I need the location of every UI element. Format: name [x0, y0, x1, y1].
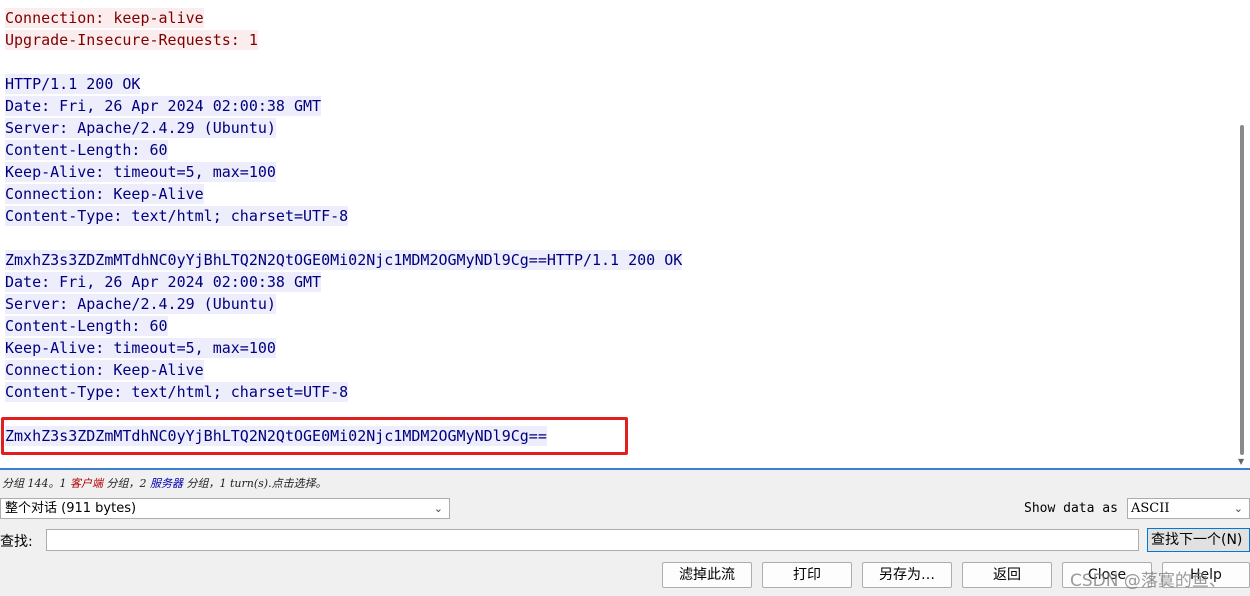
save-as-button[interactable]: 另存为… — [862, 562, 952, 588]
stream-line-text: HTTP/1.1 200 OK — [5, 74, 141, 94]
stream-line-text: Server: Apache/2.4.29 (Ubuntu) — [5, 294, 276, 314]
pane-divider — [0, 468, 1250, 470]
back-button[interactable]: 返回 — [962, 562, 1052, 588]
stream-line-text: Connection: keep-alive — [5, 8, 204, 28]
chevron-down-icon: ⌄ — [1233, 502, 1243, 515]
stream-line-text: Keep-Alive: timeout=5, max=100 — [5, 162, 276, 182]
stream-line-text: Date: Fri, 26 Apr 2024 02:00:38 GMT — [5, 272, 322, 292]
stream-line-server: Content-Length: 60 — [5, 315, 1235, 337]
stream-line-server: Content-Type: text/html; charset=UTF-8 — [5, 381, 1235, 403]
stream-line-server: Server: Apache/2.4.29 (Ubuntu) — [5, 117, 1235, 139]
stream-line-server: Date: Fri, 26 Apr 2024 02:00:38 GMT — [5, 271, 1235, 293]
find-next-button[interactable]: 查找下一个(N) — [1147, 528, 1250, 552]
stream-line-text: Content-Type: text/html; charset=UTF-8 — [5, 206, 349, 226]
vertical-scrollbar[interactable]: ▼ — [1234, 0, 1250, 470]
show-data-as-select[interactable]: ASCII ⌄ — [1127, 498, 1250, 519]
stream-line-text: Content-Length: 60 — [5, 140, 168, 160]
stream-line-client: Connection: keep-alive — [5, 7, 1235, 29]
flag-highlight-box — [1, 417, 628, 455]
help-button[interactable]: Help — [1162, 562, 1250, 588]
stream-status-line: 分组 144。1 客户端 分组，2 服务器 分组，1 turn(s).点击选择。 — [2, 475, 327, 491]
stream-line-text: Server: Apache/2.4.29 (Ubuntu) — [5, 118, 276, 138]
stream-line-text: Connection: Keep-Alive — [5, 360, 204, 380]
stream-line-server: Connection: Keep-Alive — [5, 183, 1235, 205]
stream-content[interactable]: Connection: keep-alive Upgrade-Insecure-R… — [5, 7, 1235, 447]
stream-line-server: ZmxhZ3s3ZDZmMTdhNC0yYjBhLTQ2N2QtOGE0Mi02… — [5, 249, 1235, 271]
conversation-select-value: 整个对话 (911 bytes) — [5, 501, 137, 516]
find-label: 查找: — [0, 534, 33, 550]
print-button[interactable]: 打印 — [762, 562, 852, 588]
stream-line-server: Connection: Keep-Alive — [5, 359, 1235, 381]
stream-line-text: Upgrade-Insecure-Requests: 1 — [5, 30, 258, 50]
scroll-down-arrow-icon[interactable]: ▼ — [1238, 458, 1244, 466]
find-input[interactable] — [46, 529, 1139, 551]
status-prefix: 分组 144。1 — [2, 477, 70, 490]
filter-out-stream-button[interactable]: 滤掉此流 — [662, 562, 752, 588]
stream-line-text: Keep-Alive: timeout=5, max=100 — [5, 338, 276, 358]
stream-line-text: Date: Fri, 26 Apr 2024 02:00:38 GMT — [5, 96, 322, 116]
stream-line-client: Upgrade-Insecure-Requests: 1 — [5, 29, 1235, 51]
chevron-down-icon: ⌄ — [433, 502, 443, 515]
show-data-as-value: ASCII — [1131, 501, 1170, 516]
stream-line-text: ZmxhZ3s3ZDZmMTdhNC0yYjBhLTQ2N2QtOGE0Mi02… — [5, 250, 683, 270]
stream-line-blank — [5, 51, 1235, 73]
status-suffix: 分组，1 turn(s).点击选择。 — [183, 477, 327, 490]
stream-line-text: Connection: Keep-Alive — [5, 184, 204, 204]
stream-line-server: Keep-Alive: timeout=5, max=100 — [5, 337, 1235, 359]
scrollbar-thumb[interactable] — [1240, 125, 1244, 455]
stream-line-server: HTTP/1.1 200 OK — [5, 73, 1235, 95]
status-middle: 分组，2 — [103, 477, 150, 490]
status-server-word: 服务器 — [150, 477, 183, 490]
conversation-select[interactable]: 整个对话 (911 bytes) ⌄ — [0, 498, 450, 519]
stream-line-server: Keep-Alive: timeout=5, max=100 — [5, 161, 1235, 183]
close-button[interactable]: Close — [1062, 562, 1152, 588]
show-data-as-label: Show data as — [1024, 501, 1118, 516]
stream-line-server: Content-Type: text/html; charset=UTF-8 — [5, 205, 1235, 227]
stream-line-server: Content-Length: 60 — [5, 139, 1235, 161]
stream-line-blank — [5, 227, 1235, 249]
stream-text-pane[interactable]: Connection: keep-alive Upgrade-Insecure-R… — [0, 0, 1250, 470]
stream-line-server: Server: Apache/2.4.29 (Ubuntu) — [5, 293, 1235, 315]
stream-line-server: Date: Fri, 26 Apr 2024 02:00:38 GMT — [5, 95, 1235, 117]
stream-line-text: Content-Type: text/html; charset=UTF-8 — [5, 382, 349, 402]
stream-line-text: Content-Length: 60 — [5, 316, 168, 336]
status-client-word: 客户端 — [70, 477, 103, 490]
